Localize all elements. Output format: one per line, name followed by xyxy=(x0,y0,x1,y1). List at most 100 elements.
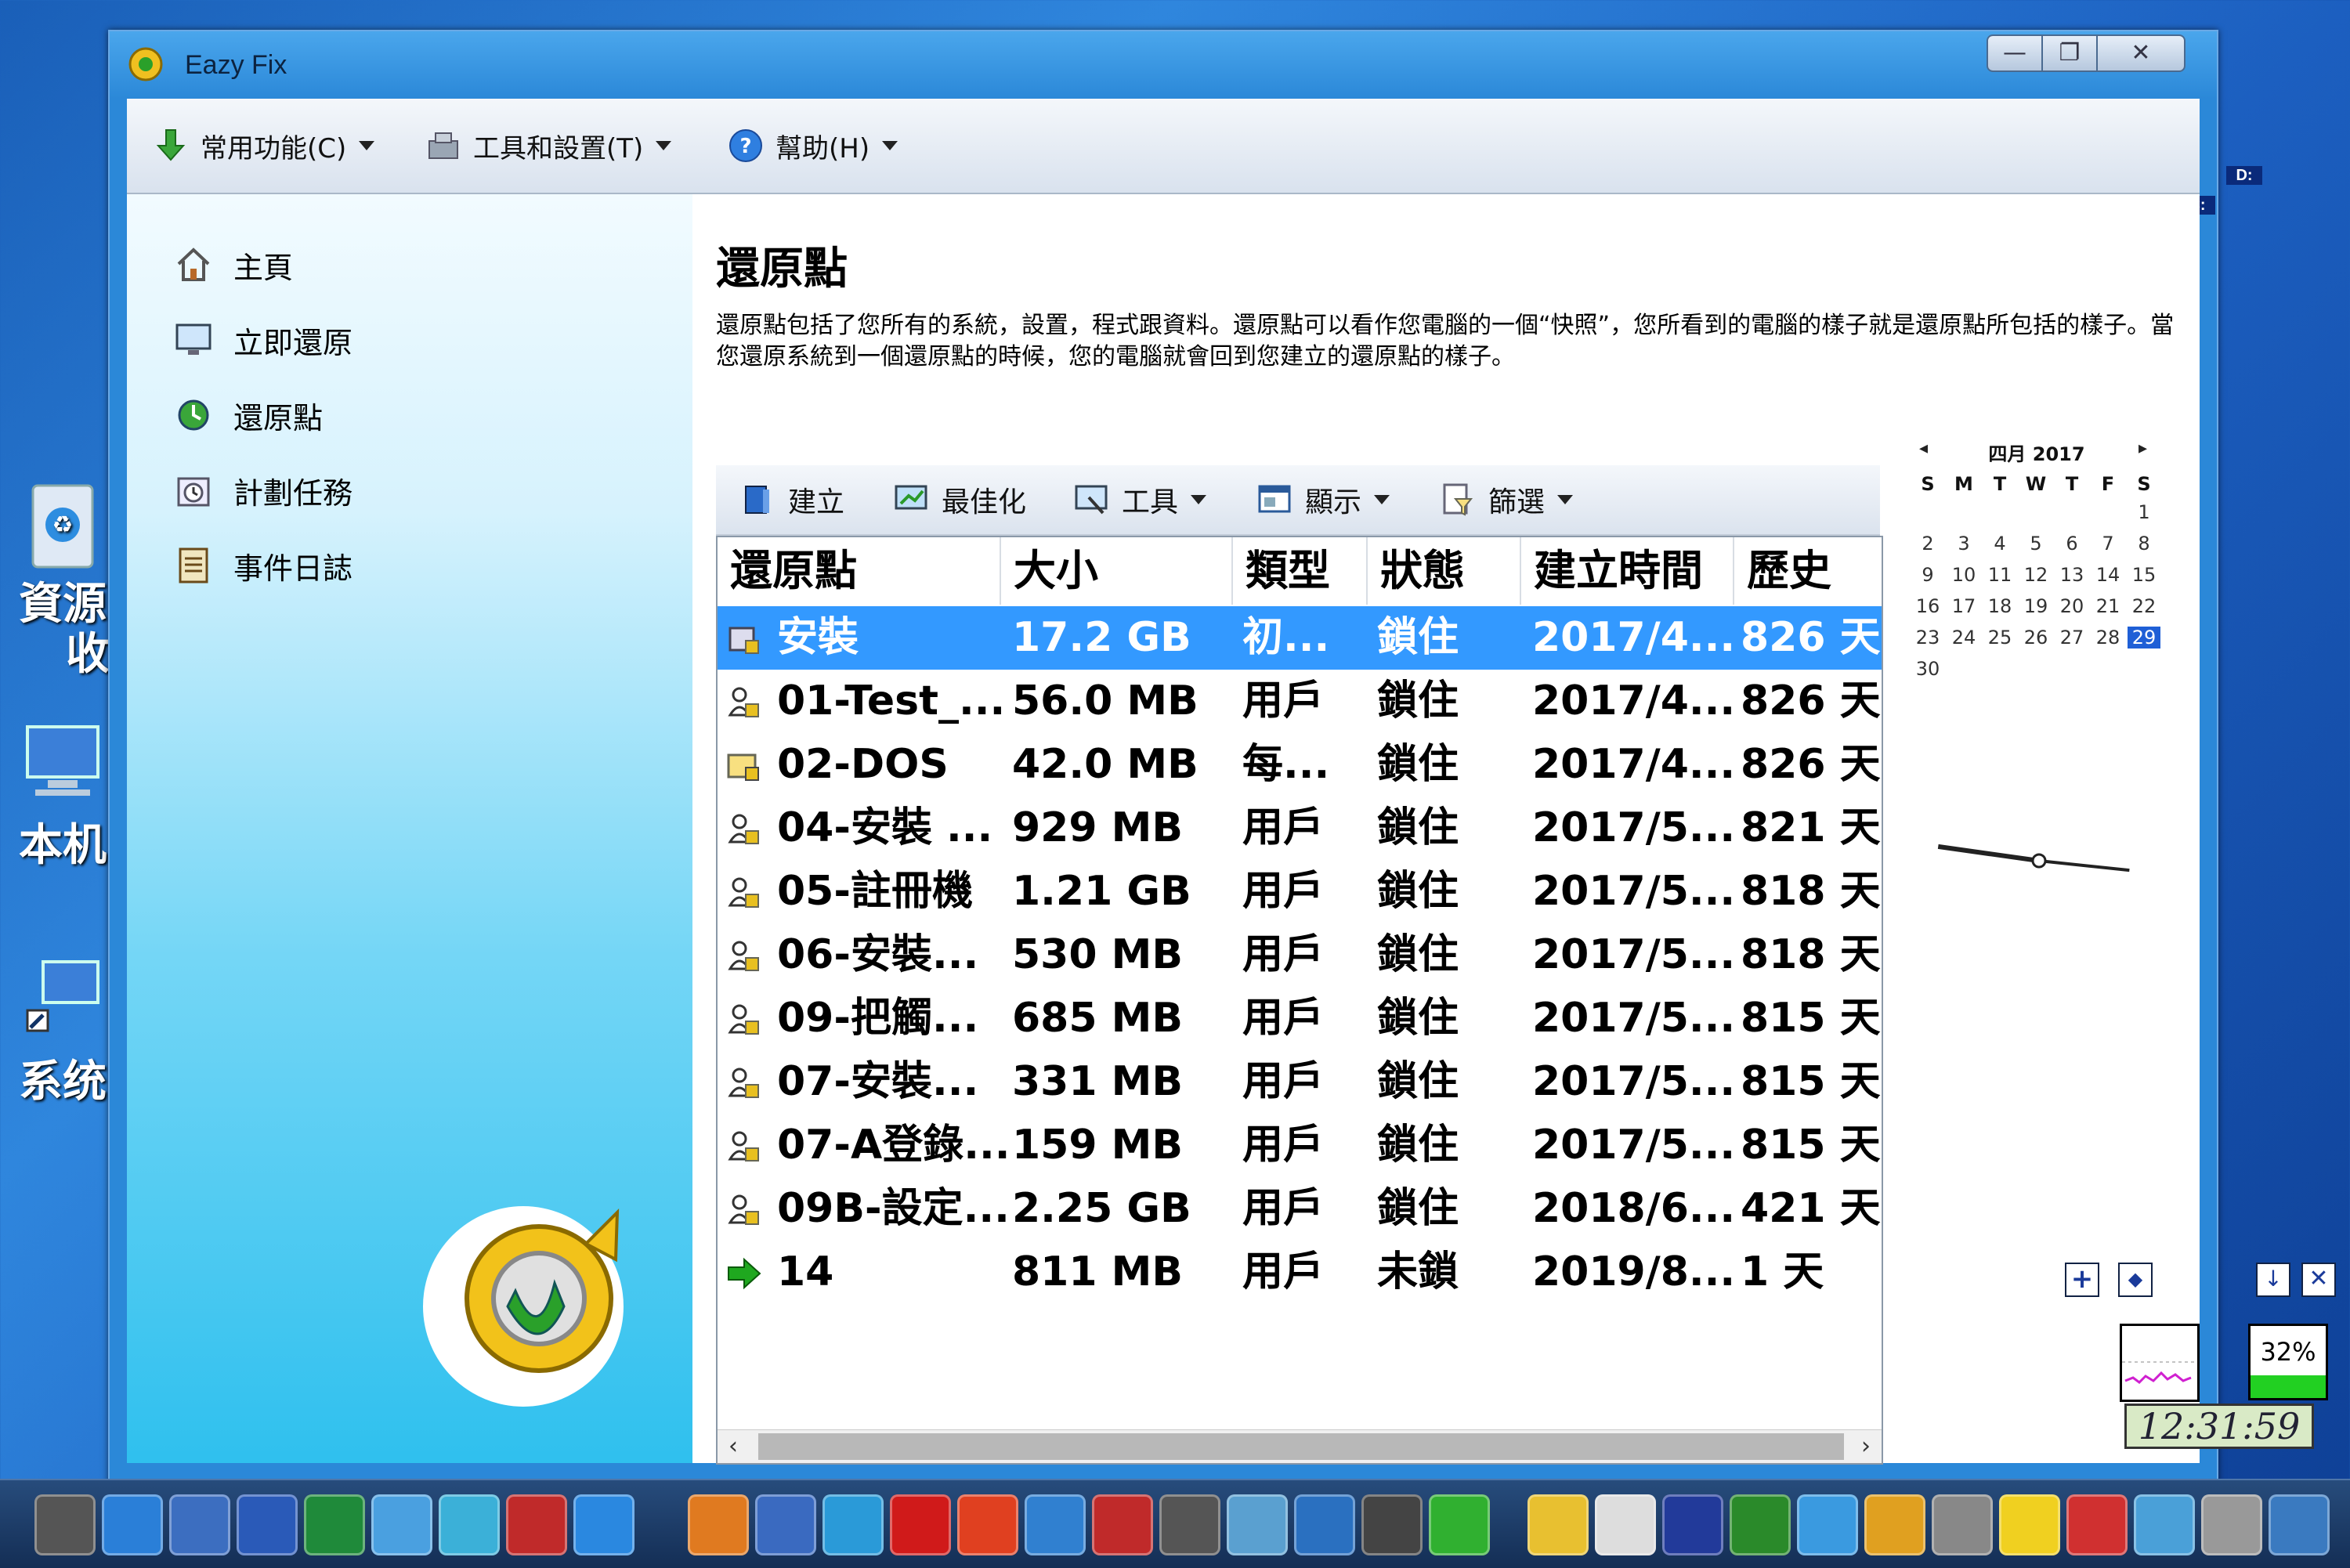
no-flash-icon[interactable] xyxy=(506,1494,567,1555)
gadget-close-button[interactable]: ✕ xyxy=(2301,1263,2336,1297)
music-icon[interactable] xyxy=(1429,1494,1490,1555)
calendar-day[interactable]: 26 xyxy=(2019,627,2052,649)
calendar-day[interactable]: 30 xyxy=(1911,658,1944,680)
table-row[interactable]: 07-A登錄... 159 MB 用戶 鎖住 2017/5... 815 天 xyxy=(718,1114,1882,1177)
gadget-settings-button[interactable]: ◆ xyxy=(2118,1263,2153,1297)
colorful-app-icon[interactable] xyxy=(2066,1494,2128,1555)
calendar-day[interactable]: 14 xyxy=(2092,564,2124,586)
calendar-day[interactable]: 29 xyxy=(2128,627,2160,649)
tools-app-icon[interactable] xyxy=(1932,1494,1993,1555)
calendar-day[interactable]: 16 xyxy=(1911,595,1944,617)
table-row[interactable]: 09B-設定... 2.25 GB 用戶 鎖住 2018/6... 421 天 xyxy=(718,1177,1882,1241)
column-header-status[interactable]: 狀態 xyxy=(1368,537,1521,605)
table-row[interactable]: 05-註冊機 1.21 GB 用戶 鎖住 2017/5... 818 天 xyxy=(718,860,1882,923)
display-dropdown[interactable]: 顯示 xyxy=(1256,476,1390,523)
menu-help[interactable]: ? 幫助(H) xyxy=(727,122,898,169)
calendar-day[interactable]: 24 xyxy=(1947,627,1980,649)
calendar-day[interactable]: 21 xyxy=(2092,595,2124,617)
filter-dropdown[interactable]: 篩選 xyxy=(1440,476,1574,523)
horizontal-scrollbar[interactable]: ‹ › xyxy=(718,1429,1882,1463)
monitor-graph-icon[interactable] xyxy=(1730,1494,1791,1555)
save-icon[interactable] xyxy=(1662,1494,1723,1555)
globe-icon[interactable] xyxy=(1797,1494,1858,1555)
calendar-day[interactable]: 13 xyxy=(2055,564,2088,586)
calendar-day[interactable]: 15 xyxy=(2128,564,2160,586)
table-row[interactable]: 07-安裝... 331 MB 用戶 鎖住 2017/5... 815 天 xyxy=(718,1050,1882,1114)
minimize-button[interactable]: — xyxy=(1987,34,2043,72)
calendar-day[interactable]: 19 xyxy=(2019,595,2052,617)
desktop-icon-system[interactable]: 系统 xyxy=(16,956,110,1110)
sidebar-item-event-log[interactable]: 事件日誌 xyxy=(174,540,352,591)
calendar-day[interactable]: 12 xyxy=(2019,564,2052,586)
clock-app-icon[interactable] xyxy=(1595,1494,1656,1555)
table-row[interactable]: 01-Test_... 56.0 MB 用戶 鎖住 2017/4... 826 天 xyxy=(718,670,1882,733)
network-share-icon[interactable] xyxy=(822,1494,884,1555)
calendar-day[interactable]: 9 xyxy=(1911,564,1944,586)
sidebar-item-home[interactable]: 主頁 xyxy=(174,240,293,290)
player-icon[interactable] xyxy=(1999,1494,2060,1555)
calendar-day[interactable]: 27 xyxy=(2055,627,2088,649)
media-app-icon[interactable] xyxy=(1294,1494,1355,1555)
bird-icon[interactable] xyxy=(1025,1494,1086,1555)
scroll-right-icon[interactable]: › xyxy=(1861,1430,1871,1463)
calendar-day[interactable]: 20 xyxy=(2055,595,2088,617)
gadget-add-button[interactable]: + xyxy=(2065,1263,2099,1297)
column-header-name[interactable]: 還原點 xyxy=(718,537,1001,605)
calendar-day[interactable]: 28 xyxy=(2092,627,2124,649)
gadget-download-button[interactable]: ↓ xyxy=(2256,1263,2290,1297)
title-bar[interactable]: Eazy Fix — ❐ ✕ xyxy=(110,31,2217,99)
table-row[interactable]: 02-DOS 42.0 MB 每... 鎖住 2017/4... 826 天 xyxy=(718,733,1882,797)
sidebar-item-scheduled-tasks[interactable]: 計劃任務 xyxy=(174,465,352,515)
flash-icon[interactable] xyxy=(957,1494,1018,1555)
column-header-created[interactable]: 建立時間 xyxy=(1521,537,1734,605)
excel-icon[interactable] xyxy=(304,1494,365,1555)
calendar-day[interactable]: 2 xyxy=(1911,533,1944,555)
calendar-next-icon[interactable]: ▸ xyxy=(2138,439,2147,458)
calendar-day[interactable]: 6 xyxy=(2055,533,2088,555)
disk-icon[interactable] xyxy=(2134,1494,2195,1555)
calendar-day[interactable]: 5 xyxy=(2019,533,2052,555)
calendar-day[interactable]: 23 xyxy=(1911,627,1944,649)
optimize-button[interactable]: 最佳化 xyxy=(893,476,1026,523)
remote-desktop-icon[interactable] xyxy=(169,1494,230,1555)
calendar-day[interactable]: 22 xyxy=(2128,595,2160,617)
opera-icon[interactable] xyxy=(890,1494,951,1555)
mp3-tool-icon[interactable] xyxy=(755,1494,816,1555)
mail-icon[interactable] xyxy=(2269,1494,2330,1555)
calculator-icon[interactable] xyxy=(34,1494,96,1555)
table-row[interactable]: 06-安裝... 530 MB 用戶 鎖住 2017/5... 818 天 xyxy=(718,923,1882,987)
drive-d-indicator[interactable]: D: xyxy=(2226,166,2262,185)
speaker-icon[interactable] xyxy=(1361,1494,1423,1555)
menu-tools-settings[interactable]: 工具和設置(T) xyxy=(425,122,672,169)
maximize-button[interactable]: ❐ xyxy=(2041,34,2098,72)
edge-legacy-icon[interactable] xyxy=(439,1494,500,1555)
calendar-day[interactable]: 18 xyxy=(1983,595,2016,617)
cloud-icon[interactable] xyxy=(573,1494,634,1555)
sidebar-item-restore-points[interactable]: 還原點 xyxy=(174,390,323,440)
calendar-day[interactable]: 10 xyxy=(1947,564,1980,586)
table-row[interactable]: 安裝 17.2 GB 初... 鎖住 2017/4... 826 天 xyxy=(718,606,1882,670)
calendar-day[interactable]: 17 xyxy=(1947,595,1980,617)
menu-common-functions[interactable]: 常用功能(C) xyxy=(152,122,375,169)
sidebar-item-restore-now[interactable]: 立即還原 xyxy=(174,315,352,365)
word-icon[interactable] xyxy=(237,1494,298,1555)
tools-dropdown[interactable]: 工具 xyxy=(1073,476,1207,523)
transfer-arrows-icon[interactable] xyxy=(1092,1494,1153,1555)
desktop-icon-recycle-bin[interactable]: ♻ 資源 收 xyxy=(16,470,110,680)
messenger-icon[interactable] xyxy=(371,1494,432,1555)
calendar-day[interactable]: 8 xyxy=(2128,533,2160,555)
calendar-day[interactable]: 11 xyxy=(1983,564,2016,586)
ie-browser-icon[interactable] xyxy=(102,1494,163,1555)
column-header-history[interactable]: 歷史 xyxy=(1734,537,1882,605)
scroll-left-icon[interactable]: ‹ xyxy=(728,1430,738,1463)
desktop-icon-this-pc[interactable]: 本机 xyxy=(16,719,110,873)
calendar-day[interactable]: 3 xyxy=(1947,533,1980,555)
start-icon[interactable] xyxy=(1528,1494,1589,1555)
alien-icon[interactable] xyxy=(2201,1494,2262,1555)
firefox-like-icon[interactable] xyxy=(688,1494,749,1555)
glass-icon[interactable] xyxy=(1227,1494,1288,1555)
close-button[interactable]: ✕ xyxy=(2096,34,2186,72)
calendar-day[interactable]: 25 xyxy=(1983,627,2016,649)
table-row[interactable]: 14 811 MB 用戶 未鎖 2019/8... 1 天 xyxy=(718,1241,1882,1304)
table-row[interactable]: 04-安裝 ... 929 MB 用戶 鎖住 2017/5... 821 天 xyxy=(718,797,1882,860)
